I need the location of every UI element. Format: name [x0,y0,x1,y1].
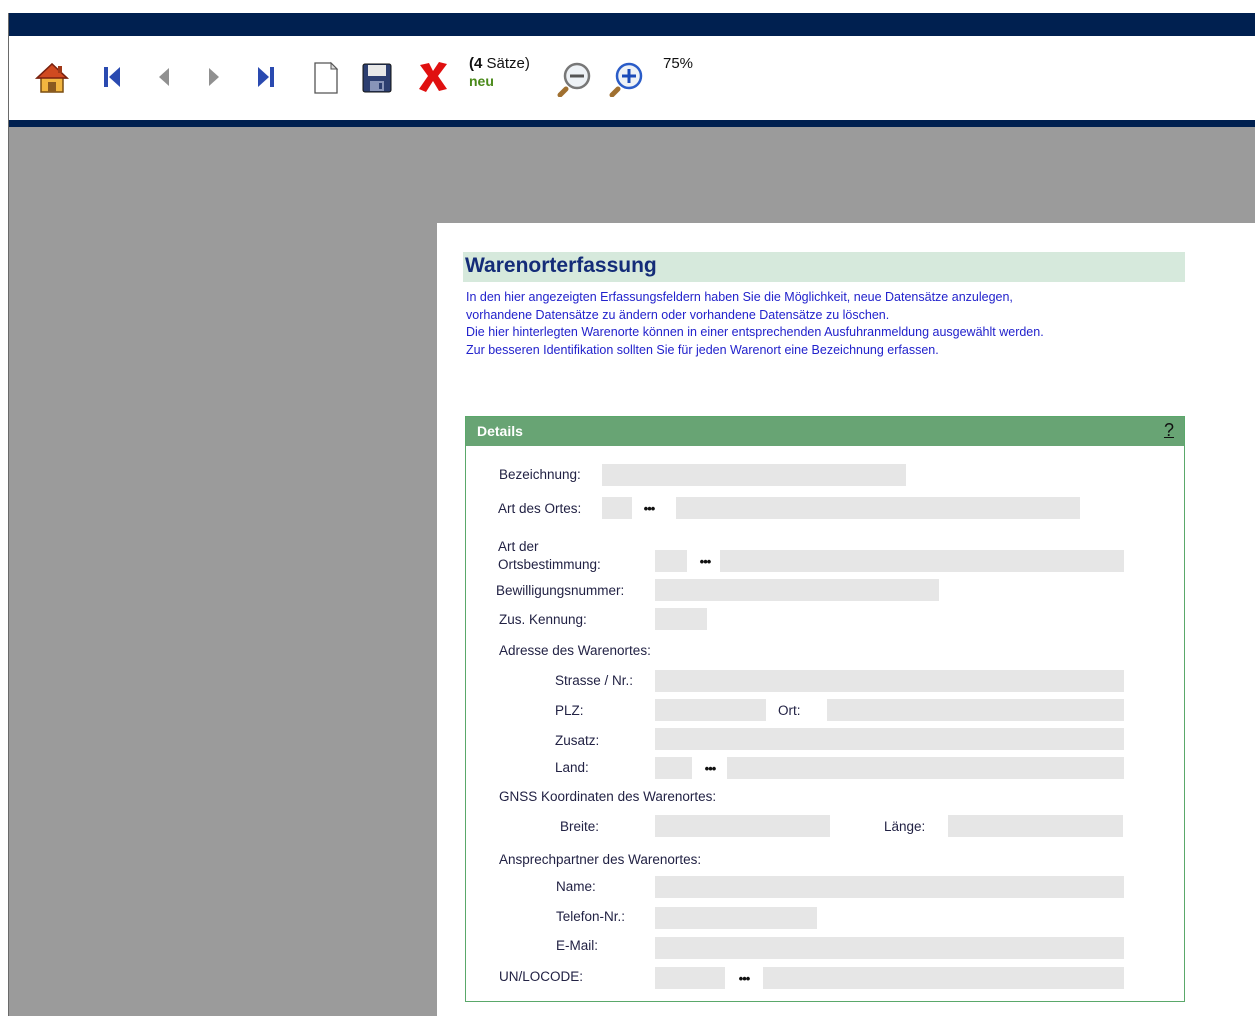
art-des-ortes-lookup-button[interactable]: ••• [634,497,664,519]
ort-field[interactable] [827,699,1124,721]
zus-kennung-field[interactable] [655,608,707,630]
zoom-in-icon[interactable] [607,58,647,98]
bewilligungsnummer-field[interactable] [655,579,939,601]
unlocode-code-field[interactable] [655,967,725,989]
unlocode-text-field[interactable] [763,967,1124,989]
laenge-label: Länge: [884,819,926,834]
zoom-level: 75% [663,55,694,72]
plz-field[interactable] [655,699,766,721]
zusatz-label: Zusatz: [555,733,600,748]
strasse-label: Strasse / Nr.: [555,673,634,688]
name-field[interactable] [655,876,1124,898]
unlocode-lookup-button[interactable]: ••• [729,967,759,989]
land-text-field[interactable] [727,757,1124,779]
window-left-border [8,13,9,1016]
ort-label: Ort: [778,703,801,718]
page-title: Warenorterfassung [465,254,657,277]
land-code-field[interactable] [655,757,692,779]
delete-icon[interactable] [414,58,452,96]
new-document-icon[interactable] [310,60,342,96]
toolbar-separator [8,120,1255,127]
ortsbestimmung-text-field[interactable] [720,550,1124,572]
record-status: neu [469,73,494,89]
name-label: Name: [556,879,596,894]
intro-line: vorhandene Datensätze zu ändern oder vor… [466,307,890,322]
home-icon[interactable] [34,60,70,96]
last-record-icon[interactable] [252,62,280,92]
land-lookup-button[interactable]: ••• [695,757,725,779]
previous-record-icon[interactable] [152,62,176,92]
art-der-label: Art der [498,539,539,554]
ortsbestimmung-code-field[interactable] [655,550,687,572]
intro-line: In den hier angezeigten Erfassungsfelder… [466,290,1013,304]
ortsbestimmung-lookup-button[interactable]: ••• [690,550,720,572]
art-des-ortes-text-field[interactable] [676,497,1080,519]
unlocode-label: UN/LOCODE: [499,969,584,984]
intro-line: Zur besseren Identifikation sollten Sie … [466,342,939,357]
telefon-label: Telefon-Nr.: [556,909,626,924]
land-label: Land: [555,760,589,775]
gnss-section-label: GNSS Koordinaten des Warenortes: [499,789,717,804]
telefon-field[interactable] [655,907,817,929]
intro-text: In den hier angezeigten Erfassungsfelder… [466,289,1206,359]
art-des-ortes-label: Art des Ortes: [498,501,582,516]
details-panel-header: Details ? [466,417,1184,446]
first-record-icon[interactable] [98,62,126,92]
save-icon[interactable] [360,60,394,96]
ortsbestimmung-label: Ortsbestimmung: [498,557,601,572]
zoom-out-icon[interactable] [555,58,595,98]
intro-line: Die hier hinterlegten Warenorte können i… [466,325,1044,339]
next-record-icon[interactable] [202,62,226,92]
bezeichnung-field[interactable] [602,464,906,486]
adresse-section-label: Adresse des Warenortes: [499,643,651,658]
email-field[interactable] [655,937,1124,959]
plz-label: PLZ: [555,703,584,718]
email-label: E-Mail: [556,938,599,953]
breite-field[interactable] [655,815,830,837]
bewilligungsnummer-label: Bewilligungsnummer: [496,583,625,598]
art-des-ortes-code-field[interactable] [602,497,632,519]
breite-label: Breite: [560,819,600,834]
laenge-field[interactable] [948,815,1123,837]
zus-kennung-label: Zus. Kennung: [499,612,587,627]
help-link[interactable]: ? [1164,420,1174,441]
strasse-field[interactable] [655,670,1124,692]
zusatz-field[interactable] [655,728,1124,750]
details-title: Details [477,423,523,439]
app-top-bar [8,13,1255,36]
record-count: (4 Sätze) [469,55,530,72]
bezeichnung-label: Bezeichnung: [499,467,581,482]
ansprechpartner-section-label: Ansprechpartner des Warenortes: [499,852,702,867]
